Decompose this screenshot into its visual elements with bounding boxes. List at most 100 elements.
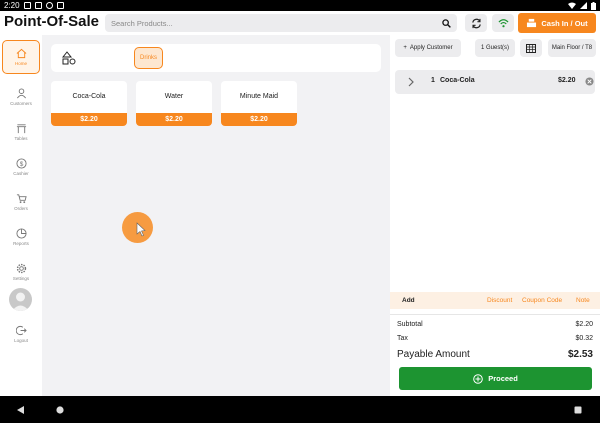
sidebar-item-logout[interactable]: Logout: [2, 317, 40, 351]
category-bar: Drinks: [51, 44, 381, 72]
subtotal-row: Subtotal $2.20: [397, 321, 593, 328]
apply-customer-label: Apply Customer: [409, 45, 453, 51]
home-nav-button[interactable]: [55, 405, 65, 415]
search-input[interactable]: [111, 18, 441, 28]
notification-icon: [45, 2, 53, 9]
proceed-label: Proceed: [488, 374, 518, 383]
wifi-button[interactable]: [492, 14, 514, 32]
product-name: Coca-Cola: [72, 93, 106, 100]
chevron-right-icon[interactable]: [407, 77, 415, 87]
product-price: $2.20: [51, 113, 127, 126]
sidebar-item-home[interactable]: Home: [2, 40, 40, 74]
sidebar-item-label: Logout: [14, 338, 28, 343]
subtotal-label: Subtotal: [397, 321, 423, 328]
coupon-code-button[interactable]: Coupon Code: [522, 297, 562, 304]
wifi-status-icon: [568, 2, 576, 9]
add-button[interactable]: Add: [402, 297, 415, 304]
status-time: 2:20: [4, 1, 20, 10]
search-icon[interactable]: [441, 18, 451, 28]
order-panel: + Apply Customer 1 Guest(s) Main Floor /…: [390, 35, 600, 396]
all-categories-icon[interactable]: [62, 51, 76, 65]
payable-label: Payable Amount: [397, 349, 470, 360]
sidebar-item-label: Reports: [13, 241, 29, 246]
sidebar-item-label: Cashier: [13, 171, 29, 176]
order-line-qty: 1: [431, 77, 435, 84]
apply-customer-button[interactable]: + Apply Customer: [395, 39, 461, 57]
remove-item-icon[interactable]: [585, 77, 594, 86]
order-line-name: Coca-Cola: [440, 77, 475, 84]
product-price: $2.20: [136, 113, 212, 126]
app-title: Point-Of-Sale: [4, 13, 100, 30]
sidebar-item-label: Settings: [12, 276, 30, 281]
cart-icon: [16, 194, 27, 204]
notification-icon: [34, 2, 42, 9]
avatar[interactable]: [9, 288, 32, 311]
proceed-button[interactable]: Proceed: [399, 367, 592, 390]
back-triangle-icon: [17, 406, 24, 414]
wifi-icon: [497, 19, 509, 28]
recents-button[interactable]: [573, 405, 583, 415]
notification-icon: [56, 2, 64, 9]
product-card[interactable]: Coca-Cola $2.20: [51, 81, 127, 126]
sidebar-item-label: Home: [14, 61, 27, 66]
discount-button[interactable]: Discount: [487, 297, 512, 304]
svg-text:$: $: [19, 161, 23, 168]
gear-icon: [16, 263, 26, 274]
guests-button[interactable]: 1 Guest(s): [475, 39, 515, 57]
payable-row: Payable Amount $2.53: [397, 349, 593, 360]
sidebar-item-customers[interactable]: Customers: [2, 80, 40, 114]
sidebar: Home Customers Tables $ Cashier Orders R…: [0, 35, 42, 396]
back-button[interactable]: [16, 405, 26, 415]
battery-icon: [591, 1, 596, 10]
app-header: Point-Of-Sale Cash In / Out: [0, 11, 600, 35]
table-select-button[interactable]: Main Floor / T8: [548, 39, 596, 57]
tax-label: Tax: [397, 335, 408, 342]
home-icon: [16, 48, 26, 59]
order-line-price: $2.20: [558, 77, 576, 84]
order-line-item[interactable]: 1 Coca-Cola $2.20: [395, 70, 595, 94]
subtotal-value: $2.20: [575, 321, 593, 328]
sync-button[interactable]: [465, 14, 487, 32]
sidebar-item-label: Customers: [10, 101, 32, 106]
pie-chart-icon: [15, 228, 27, 239]
sidebar-item-label: Tables: [14, 136, 28, 141]
recents-square-icon: [574, 406, 582, 414]
cash-in-out-button[interactable]: Cash In / Out: [518, 13, 596, 33]
android-nav-bar: [0, 396, 600, 423]
sync-icon: [471, 18, 481, 28]
user-avatar-icon: [12, 292, 29, 311]
note-button[interactable]: Note: [576, 297, 590, 304]
sidebar-item-reports[interactable]: Reports: [2, 220, 40, 254]
product-name: Water: [164, 93, 184, 100]
category-chip-drinks[interactable]: Drinks: [134, 47, 163, 69]
product-price: $2.20: [221, 113, 297, 126]
order-actions-row: Add Discount Coupon Code Note: [390, 292, 600, 309]
product-card[interactable]: Water $2.20: [136, 81, 212, 126]
sidebar-item-settings[interactable]: Settings: [2, 255, 40, 289]
product-card[interactable]: Minute Maid $2.20: [221, 81, 297, 126]
plus-circle-icon: [473, 373, 483, 384]
signal-icon: [580, 2, 587, 9]
touch-indicator: [122, 212, 153, 243]
sidebar-item-orders[interactable]: Orders: [2, 185, 40, 219]
search-bar[interactable]: [105, 14, 457, 32]
home-circle-icon: [56, 406, 64, 414]
product-name: Minute Maid: [239, 93, 279, 100]
keypad-button[interactable]: [520, 39, 542, 57]
person-icon: [16, 88, 26, 99]
cash-register-icon: [527, 18, 537, 28]
logout-icon: [15, 325, 27, 336]
keypad-icon: [526, 43, 536, 53]
tax-row: Tax $0.32: [397, 335, 593, 342]
notification-icon: [23, 2, 31, 9]
tax-value: $0.32: [575, 335, 593, 342]
sidebar-item-cashier[interactable]: $ Cashier: [2, 150, 40, 184]
table-icon: [16, 124, 26, 134]
status-bar: 2:20: [0, 0, 600, 11]
plus-icon: +: [403, 45, 407, 51]
cash-in-out-label: Cash In / Out: [541, 18, 588, 28]
sidebar-item-label: Orders: [14, 206, 28, 211]
cursor-icon: [136, 222, 146, 237]
dollar-icon: $: [15, 158, 27, 169]
sidebar-item-tables[interactable]: Tables: [2, 115, 40, 149]
